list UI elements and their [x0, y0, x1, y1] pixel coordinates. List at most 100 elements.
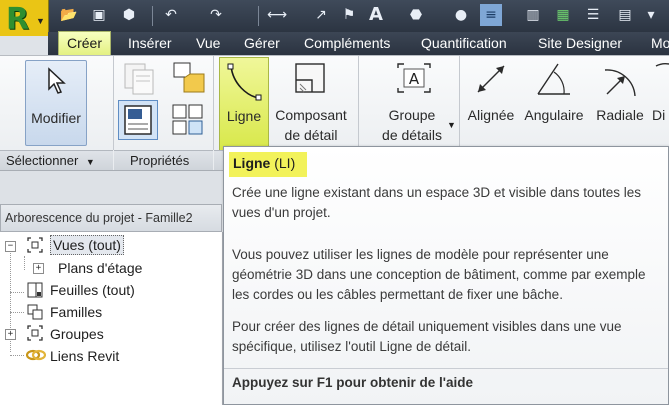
cursor-arrow-icon — [48, 67, 66, 94]
type-properties-button[interactable] — [170, 102, 206, 138]
tab-site-designer[interactable]: Site Designer — [538, 32, 622, 55]
family-types-button[interactable] — [121, 60, 157, 96]
tree-item-liens-revit[interactable]: Liens Revit — [50, 346, 119, 366]
switch-windows-icon[interactable]: ▦ — [552, 4, 574, 26]
tree-item-groupes[interactable]: Groupes — [50, 324, 104, 344]
tab-inserer[interactable]: Insérer — [128, 32, 172, 55]
tab-vue[interactable]: Vue — [196, 32, 220, 55]
tree-item-feuilles[interactable]: Feuilles (tout) — [50, 280, 135, 300]
composant-label-1: Composant — [275, 107, 347, 123]
angular-dimension-icon — [537, 63, 570, 95]
modifier-button[interactable]: Modifier — [25, 60, 87, 146]
tooltip-title-text: Ligne — [233, 155, 271, 171]
close-hidden-windows-icon[interactable]: ▥ — [522, 4, 544, 26]
ligne-tooltip: Ligne (LI) Crée une ligne existant dans … — [223, 146, 669, 405]
tab-quantification[interactable]: Quantification — [421, 32, 507, 55]
panel-proprietes: Propriétés — [114, 150, 213, 170]
di-label: Di — [652, 107, 666, 123]
chevron-down-icon[interactable]: ▾ — [640, 4, 662, 26]
folder-icon — [173, 62, 205, 93]
angulaire-label: Angulaire — [524, 107, 584, 123]
detail-component-icon — [295, 63, 325, 93]
project-browser-tree: − Vues (tout) + Plans d'étage Feuilles (… — [0, 232, 223, 405]
windows-icon[interactable]: ▤ — [614, 4, 636, 26]
collapse-toggle[interactable]: − — [5, 241, 16, 252]
section-icon[interactable]: ● — [450, 4, 472, 26]
tree-item-familles[interactable]: Familles — [50, 302, 102, 322]
aligned-dimension-icon[interactable]: ↗ — [310, 4, 332, 26]
chevron-down-icon[interactable]: ▼ — [86, 157, 95, 167]
panel-proprietes-label: Propriétés — [130, 153, 190, 168]
ligne-button[interactable]: Ligne — [219, 57, 269, 151]
save-icon[interactable]: ▣ — [88, 4, 110, 26]
panel-selectionner-label: Sélectionner — [6, 153, 79, 168]
radiale-button[interactable]: Radiale — [591, 58, 649, 148]
views-icon — [27, 237, 43, 253]
open-folder-icon[interactable]: 📂 — [58, 4, 80, 26]
angulaire-button[interactable]: Angulaire — [520, 58, 588, 148]
groupe-label-1: Groupe — [388, 107, 436, 123]
properties-icon — [124, 105, 152, 135]
composant-de-detail-button[interactable]: Composant de détail — [270, 58, 352, 148]
groupe-label-2: de détails — [382, 127, 442, 143]
tab-creer[interactable]: Créer — [58, 31, 112, 56]
tab-more[interactable]: Mo — [651, 32, 669, 55]
tree-item-vues[interactable]: Vues (tout) — [50, 235, 124, 255]
3d-view-icon[interactable]: ⬣ — [405, 4, 427, 26]
composant-label-2: de détail — [284, 127, 338, 143]
thin-lines-icon[interactable]: ≡ — [480, 4, 502, 26]
type-properties-icon — [172, 104, 203, 135]
svg-text:A: A — [409, 70, 420, 88]
settings-icon[interactable]: ☰ — [582, 4, 604, 26]
expand-toggle[interactable]: + — [33, 263, 44, 274]
aligned-dimension-icon — [477, 65, 505, 93]
tooltip-help-hint: Appuyez sur F1 pour obtenir de l'aide — [232, 375, 473, 390]
family-types-icon — [124, 63, 154, 95]
expand-toggle[interactable]: + — [5, 329, 16, 340]
text-icon[interactable]: A — [365, 4, 387, 26]
tooltip-title: Ligne (LI) — [233, 155, 295, 171]
panel-separator — [459, 56, 460, 150]
sync-icon[interactable]: ⬢ — [118, 4, 140, 26]
panel-separator — [113, 56, 114, 150]
properties-button[interactable] — [118, 100, 158, 140]
panel-selectionner[interactable]: Sélectionner ▼ — [0, 150, 113, 170]
diametre-button[interactable]: Di — [652, 58, 669, 148]
tooltip-divider — [224, 368, 668, 369]
modifier-label: Modifier — [31, 110, 81, 126]
alignee-label: Alignée — [467, 107, 515, 123]
tab-complements[interactable]: Compléments — [304, 32, 390, 55]
alignee-button[interactable]: Alignée — [462, 58, 520, 148]
ligne-label: Ligne — [226, 108, 262, 124]
groupe-de-details-button[interactable]: A Groupe de détails ▼ — [372, 58, 458, 148]
tab-gerer[interactable]: Gérer — [244, 32, 280, 55]
chevron-down-icon[interactable]: ▼ — [447, 120, 456, 130]
undo-icon[interactable]: ↶ — [160, 4, 182, 26]
measure-icon[interactable]: ⟷ — [266, 4, 288, 26]
tooltip-paragraph-2: Vous pouvez utiliser les lignes de modèl… — [232, 247, 646, 302]
panel-separator — [358, 56, 359, 150]
detail-group-icon: A — [397, 63, 431, 93]
tree-line — [24, 256, 25, 270]
tag-icon[interactable]: ⚑ — [338, 4, 360, 26]
diameter-dimension-icon — [655, 62, 669, 67]
tree-item-plans-etage[interactable]: Plans d'étage — [58, 258, 142, 278]
panel-separator — [213, 56, 214, 150]
project-browser-title: Arborescence du projet - Famille2 — [0, 204, 222, 232]
application-button[interactable]: R ▼ — [0, 0, 49, 37]
line-icon — [227, 63, 262, 101]
tooltip-paragraph-3: Pour créer des lignes de détail uniqueme… — [232, 319, 622, 354]
load-family-button[interactable] — [170, 60, 206, 96]
sheets-icon — [27, 282, 43, 298]
tooltip-description: Crée une ligne existant dans un espace 3… — [232, 185, 642, 220]
groups-icon — [27, 325, 43, 341]
tree-line — [10, 355, 24, 356]
redo-icon[interactable]: ↷ — [205, 4, 227, 26]
revit-links-icon — [26, 349, 46, 361]
tree-line — [10, 312, 24, 313]
toolbar-separator — [258, 6, 259, 26]
ribbon-tabs: Créer Insérer Vue Gérer Compléments Quan… — [48, 31, 669, 56]
quick-access-toolbar: 📂 ▣ ⬢ ↶ ↷ ⟷ ↗ ⚑ A ⬣ ● ≡ ▥ ▦ ☰ ▤ ▾ — [0, 0, 669, 32]
chevron-down-icon: ▼ — [36, 16, 45, 26]
tooltip-shortcut: (LI) — [274, 155, 296, 171]
